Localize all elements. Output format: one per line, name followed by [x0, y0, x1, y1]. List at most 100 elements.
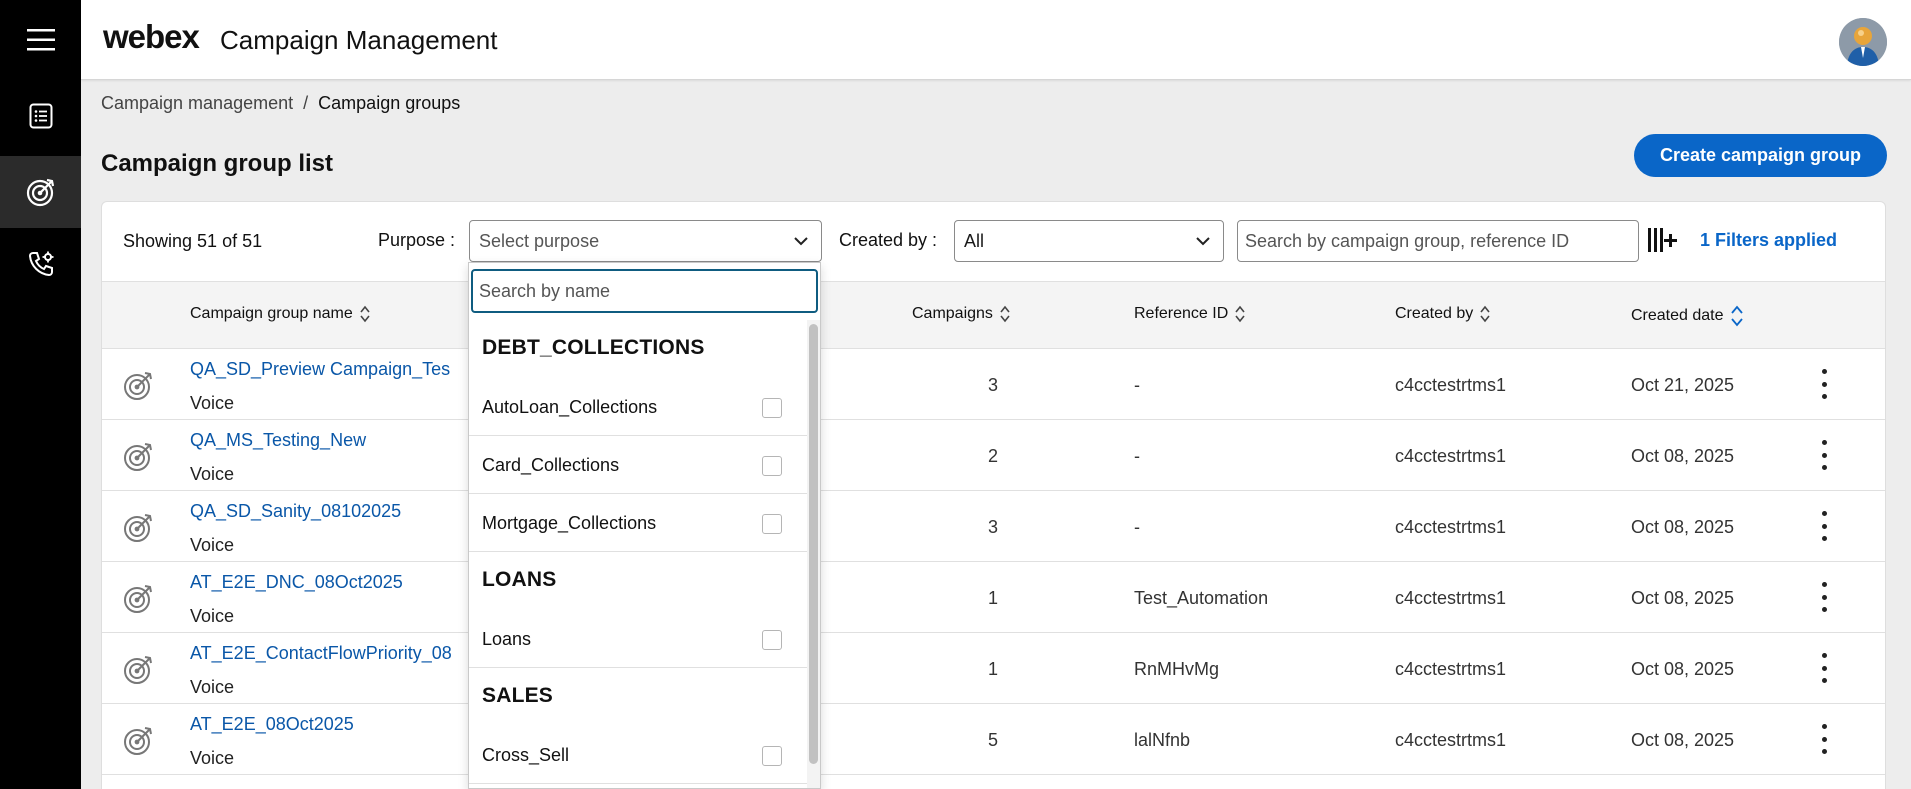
campaign-group-type: Voice [190, 464, 235, 484]
campaign-group-name-link[interactable]: AT_E2E_ContactFlowPriority_08 [190, 643, 452, 664]
campaigns-count: 1 [988, 659, 999, 679]
campaign-group-name-link[interactable]: QA_SD_Preview Campaign_Tes [190, 359, 450, 380]
created-by: c4cctestrtms1 [1395, 517, 1507, 537]
purpose-option-checkbox[interactable] [762, 398, 782, 418]
campaign-group-type: Voice [190, 393, 235, 413]
purpose-option-label: Card_Collections [482, 455, 620, 475]
purpose-select[interactable]: Select purpose [469, 220, 822, 262]
purpose-option[interactable]: AutoLoan_Collections [469, 378, 807, 436]
campaign-group-name-link[interactable]: AT_E2E_08Oct2025 [190, 714, 354, 735]
nav-dialer-settings[interactable] [0, 228, 81, 300]
campaigns-count: 3 [988, 375, 999, 395]
filters-applied-link[interactable]: 1 Filters applied [1700, 230, 1837, 251]
row-more-actions-icon[interactable] [1819, 653, 1829, 683]
row-more-actions-icon[interactable] [1819, 511, 1829, 541]
purpose-dropdown-menu: DEBT_COLLECTIONS AutoLoan_Collections Ca… [468, 262, 821, 789]
purpose-group-header: SALES [482, 684, 554, 707]
row-more-actions-icon[interactable] [1819, 369, 1829, 399]
purpose-option[interactable]: Card_Collections [469, 436, 807, 494]
campaigns-count: 5 [988, 730, 999, 750]
created-by: c4cctestrtms1 [1395, 446, 1507, 466]
dropdown-scrollbar-thumb[interactable] [809, 324, 818, 764]
row-more-actions-icon[interactable] [1819, 440, 1829, 470]
breadcrumb-separator: / [303, 93, 309, 113]
purpose-option-label: AutoLoan_Collections [482, 397, 658, 417]
reference-id: - [1134, 375, 1140, 395]
column-header-label: Reference ID [1134, 305, 1229, 322]
purpose-option-checkbox[interactable] [762, 630, 782, 650]
row-more-actions-icon[interactable] [1819, 582, 1829, 612]
create-campaign-group-button[interactable]: Create campaign group [1634, 134, 1887, 177]
purpose-search-input[interactable] [471, 269, 818, 313]
app-header: webex Campaign Management [81, 0, 1911, 80]
campaign-group-type: Voice [190, 535, 235, 555]
campaign-target-icon [124, 656, 152, 684]
table-row[interactable]: QA_MS_Testing_New Voice 2 - c4cctestrtms… [102, 420, 1885, 491]
purpose-option-checkbox[interactable] [762, 514, 782, 534]
campaign-target-icon [124, 443, 152, 471]
target-icon [26, 178, 54, 207]
created-by-select[interactable]: All [954, 220, 1224, 262]
reference-id: lalNfnb [1134, 730, 1191, 750]
menu-button[interactable] [0, 4, 81, 76]
column-header-created-date[interactable]: Created date [1631, 305, 1744, 327]
purpose-option-label: Mortgage_Collections [482, 513, 657, 533]
created-by-select-value: All [964, 230, 985, 251]
search-input[interactable] [1237, 220, 1639, 262]
campaign-group-name-link[interactable]: QA_SD_Sanity_08102025 [190, 501, 401, 522]
menu-icon [26, 29, 55, 51]
purpose-option-checkbox[interactable] [762, 456, 782, 476]
created-date: Oct 08, 2025 [1631, 588, 1735, 608]
purpose-options-list: DEBT_COLLECTIONS AutoLoan_Collections Ca… [469, 320, 807, 784]
sort-icon [360, 305, 370, 323]
campaign-group-type: Voice [190, 677, 235, 697]
table-row[interactable]: QA_SD_Preview Campaign_Tes Voice 3 - c4c… [102, 349, 1885, 420]
campaign-group-type: Voice [190, 748, 235, 768]
campaign-target-icon [124, 585, 152, 613]
nav-campaigns-list[interactable] [0, 80, 81, 152]
column-header-name[interactable]: Campaign group name [190, 305, 371, 323]
table-row[interactable]: AT_E2E_08Oct2025 Voice 5 lalNfnb c4cctes… [102, 704, 1885, 775]
column-header-campaigns[interactable]: Campaigns [912, 305, 1011, 323]
table-row[interactable]: QA_SD_Sanity_08102025 Voice 3 - c4cctest… [102, 491, 1885, 562]
created-by: c4cctestrtms1 [1395, 375, 1507, 395]
table-row[interactable]: AT_E2E_DNC_08Oct2025 Voice 1 Test_Automa… [102, 562, 1885, 633]
created-date: Oct 08, 2025 [1631, 517, 1735, 537]
campaigns-count: 2 [988, 446, 999, 466]
created-by: c4cctestrtms1 [1395, 588, 1507, 608]
nav-campaign-groups[interactable] [0, 156, 81, 228]
campaign-group-name-link[interactable]: AT_E2E_DNC_08Oct2025 [190, 572, 403, 593]
campaigns-count: 3 [988, 517, 999, 537]
purpose-option[interactable]: Loans [469, 610, 807, 668]
table-header: Campaign group name Campaigns Reference … [102, 281, 1885, 349]
purpose-option-label: Loans [482, 629, 532, 649]
campaign-group-name-link[interactable]: QA_MS_Testing_New [190, 430, 366, 451]
breadcrumb-parent[interactable]: Campaign management [101, 93, 293, 113]
column-header-label: Created by [1395, 305, 1474, 322]
column-header-created-by[interactable]: Created by [1395, 305, 1491, 323]
sort-icon [1000, 305, 1010, 323]
sort-icon [1235, 305, 1245, 323]
purpose-option-checkbox[interactable] [762, 746, 782, 766]
created-date: Oct 21, 2025 [1631, 375, 1735, 395]
webex-logo: webex [103, 18, 200, 55]
created-date: Oct 08, 2025 [1631, 446, 1735, 466]
add-column-icon[interactable] [1646, 225, 1678, 255]
purpose-option[interactable]: Mortgage_Collections [469, 494, 807, 552]
sort-icon [1480, 305, 1490, 323]
breadcrumb: Campaign management / Campaign groups [101, 93, 460, 114]
campaign-group-type: Voice [190, 606, 235, 626]
dropdown-scrollbar[interactable] [807, 320, 820, 788]
created-date: Oct 08, 2025 [1631, 659, 1735, 679]
avatar[interactable] [1839, 18, 1887, 66]
purpose-group-header: LOANS [482, 568, 557, 591]
table-row[interactable]: AT_E2E_ContactFlowPriority_08 Voice 1 Rn… [102, 633, 1885, 704]
purpose-option[interactable]: Cross_Sell [469, 726, 807, 784]
reference-id: Test_Automation [1134, 588, 1269, 608]
reference-id: - [1134, 446, 1140, 466]
list-doc-icon [29, 103, 52, 129]
column-header-reference-id[interactable]: Reference ID [1134, 305, 1246, 323]
row-more-actions-icon[interactable] [1819, 724, 1829, 754]
user-avatar-icon [1839, 18, 1887, 66]
phone-settings-icon [28, 251, 53, 277]
